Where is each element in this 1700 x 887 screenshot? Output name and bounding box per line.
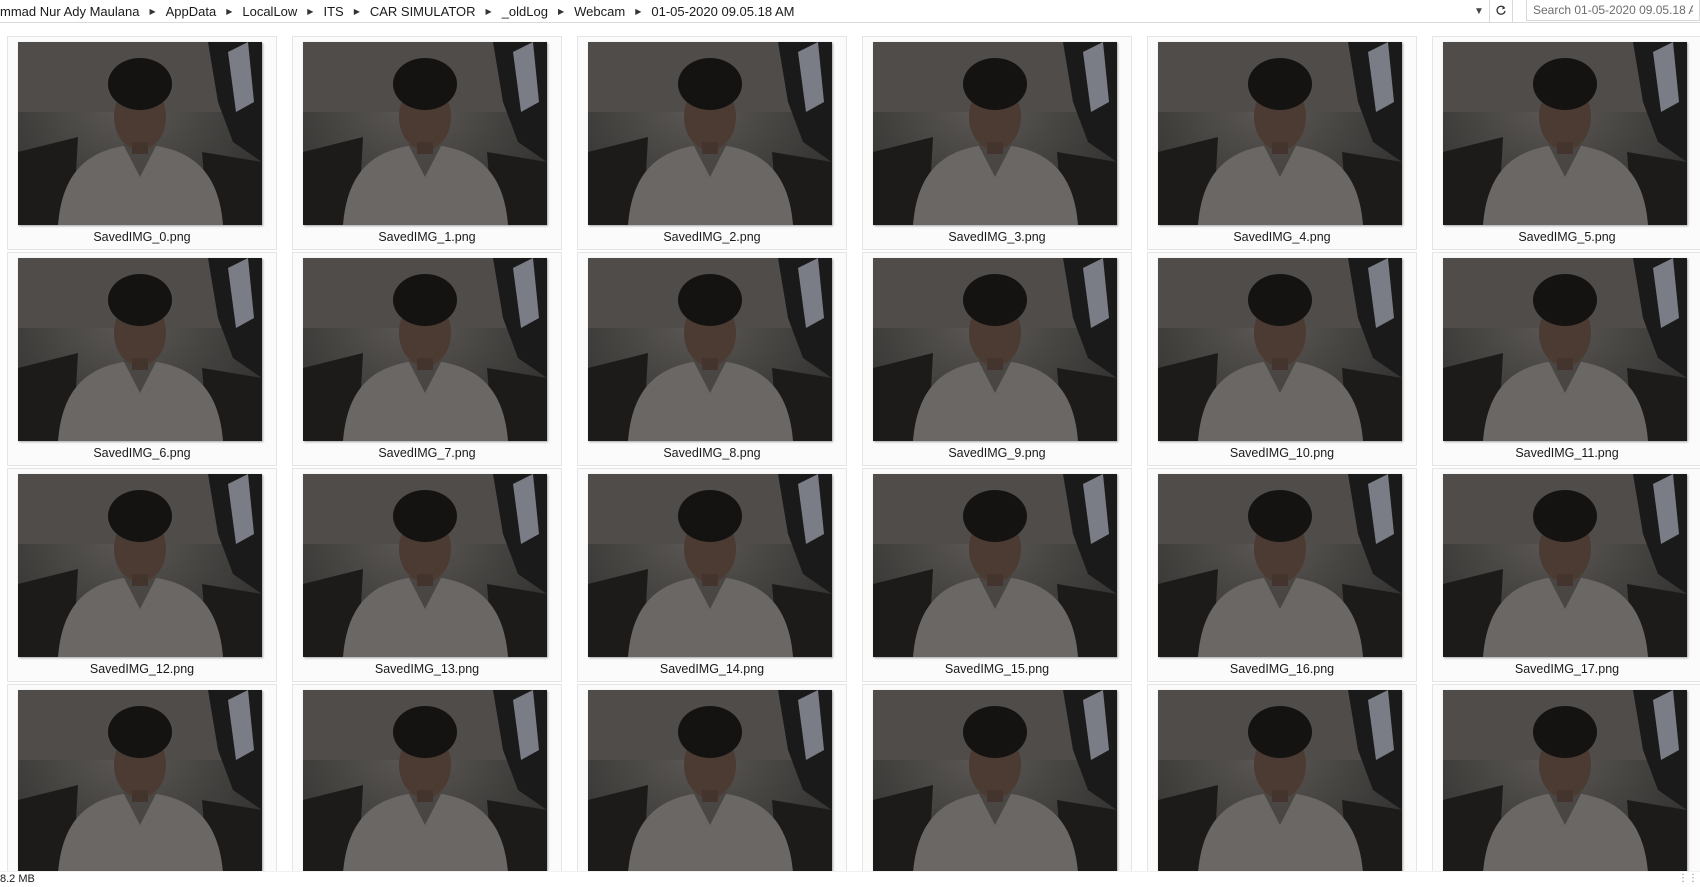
thumbnail-image bbox=[588, 690, 832, 871]
file-tile[interactable]: SavedIMG_10.png bbox=[1147, 252, 1417, 466]
file-name: SavedIMG_7.png bbox=[378, 446, 476, 460]
refresh-icon bbox=[1496, 5, 1506, 15]
breadcrumb-item[interactable]: CAR SIMULATOR bbox=[364, 4, 482, 19]
file-tile[interactable]: SavedIMG_0.png bbox=[7, 36, 277, 250]
thumbnail-image bbox=[873, 474, 1117, 657]
status-bar: 8.2 MB ⋮⋮ bbox=[0, 871, 1700, 887]
file-tile[interactable] bbox=[862, 684, 1132, 871]
file-tile[interactable] bbox=[1147, 684, 1417, 871]
chevron-down-icon[interactable]: ▼ bbox=[1470, 1, 1488, 21]
file-tile[interactable]: SavedIMG_17.png bbox=[1432, 468, 1700, 682]
thumbnail-image bbox=[18, 690, 262, 871]
thumbnail-image bbox=[1158, 258, 1402, 441]
file-tile[interactable]: SavedIMG_4.png bbox=[1147, 36, 1417, 250]
file-name: SavedIMG_1.png bbox=[378, 230, 476, 244]
file-name: SavedIMG_11.png bbox=[1515, 446, 1619, 460]
thumbnail-image bbox=[588, 42, 832, 225]
file-name: SavedIMG_3.png bbox=[948, 230, 1046, 244]
thumbnail-image bbox=[873, 258, 1117, 441]
breadcrumb-item[interactable]: AppData bbox=[160, 4, 223, 19]
thumbnail-image bbox=[1443, 690, 1687, 871]
breadcrumb-item[interactable]: 01-05-2020 09.05.18 AM bbox=[645, 4, 800, 19]
file-tile[interactable]: SavedIMG_1.png bbox=[292, 36, 562, 250]
file-tile[interactable]: SavedIMG_5.png bbox=[1432, 36, 1700, 250]
thumbnail-image bbox=[18, 258, 262, 441]
thumbnail-image bbox=[1443, 42, 1687, 225]
file-name: SavedIMG_14.png bbox=[659, 662, 765, 676]
file-name: SavedIMG_4.png bbox=[1233, 230, 1331, 244]
breadcrumb-item[interactable]: LocalLow bbox=[236, 4, 303, 19]
file-tile[interactable]: SavedIMG_14.png bbox=[577, 468, 847, 682]
chevron-right-icon[interactable]: ▶ bbox=[303, 7, 317, 16]
file-tile[interactable]: SavedIMG_16.png bbox=[1147, 468, 1417, 682]
thumbnail-image bbox=[18, 42, 262, 225]
breadcrumb-item[interactable]: mmad Nur Ady Maulana bbox=[0, 4, 145, 19]
thumbnail-grid: SavedIMG_0.png SavedIMG_1.png SavedIMG_2.p… bbox=[7, 36, 1700, 871]
thumbnail-image bbox=[303, 474, 547, 657]
thumbnail-image bbox=[1443, 258, 1687, 441]
file-name: SavedIMG_17.png bbox=[1514, 662, 1620, 676]
thumbnail-image bbox=[303, 258, 547, 441]
file-name: SavedIMG_10.png bbox=[1229, 446, 1335, 460]
file-name: SavedIMG_13.png bbox=[374, 662, 480, 676]
file-tile[interactable] bbox=[292, 684, 562, 871]
file-tile[interactable]: SavedIMG_6.png bbox=[7, 252, 277, 466]
file-tile[interactable]: SavedIMG_13.png bbox=[292, 468, 562, 682]
file-name: SavedIMG_16.png bbox=[1229, 662, 1335, 676]
thumbnail-image bbox=[588, 474, 832, 657]
breadcrumb-item[interactable]: _oldLog bbox=[496, 4, 554, 19]
search-input[interactable] bbox=[1527, 0, 1699, 20]
file-name: SavedIMG_0.png bbox=[93, 230, 191, 244]
breadcrumb-item[interactable]: Webcam bbox=[568, 4, 631, 19]
file-tile[interactable]: SavedIMG_9.png bbox=[862, 252, 1132, 466]
file-name: SavedIMG_12.png bbox=[89, 662, 195, 676]
thumbnail-image bbox=[588, 258, 832, 441]
chevron-right-icon[interactable]: ▶ bbox=[482, 7, 496, 16]
search-box[interactable] bbox=[1526, 0, 1700, 21]
file-name: SavedIMG_5.png bbox=[1518, 230, 1616, 244]
thumbnail-image bbox=[303, 42, 547, 225]
file-name: SavedIMG_9.png bbox=[948, 446, 1046, 460]
file-tile[interactable] bbox=[7, 684, 277, 871]
file-tile[interactable]: SavedIMG_8.png bbox=[577, 252, 847, 466]
address-bar[interactable]: mmad Nur Ady Maulana ▶ AppData ▶ LocalLow ▶ IT… bbox=[0, 0, 1700, 23]
refresh-button[interactable] bbox=[1489, 0, 1513, 22]
file-tile[interactable]: SavedIMG_3.png bbox=[862, 36, 1132, 250]
file-tile[interactable]: SavedIMG_11.png bbox=[1432, 252, 1700, 466]
chevron-right-icon[interactable]: ▶ bbox=[222, 7, 236, 16]
thumbnail-image bbox=[18, 474, 262, 657]
chevron-right-icon[interactable]: ▶ bbox=[350, 7, 364, 16]
file-name: SavedIMG_8.png bbox=[663, 446, 761, 460]
thumbnail-image bbox=[1158, 42, 1402, 225]
thumbnail-image bbox=[1158, 474, 1402, 657]
file-view[interactable]: SavedIMG_0.png SavedIMG_1.png SavedIMG_2.p… bbox=[0, 23, 1700, 871]
chevron-right-icon[interactable]: ▶ bbox=[631, 7, 645, 16]
breadcrumb-item[interactable]: ITS bbox=[317, 4, 349, 19]
thumbnail-image bbox=[873, 690, 1117, 871]
thumbnail-image bbox=[873, 42, 1117, 225]
file-tile[interactable] bbox=[577, 684, 847, 871]
thumbnail-image bbox=[303, 690, 547, 871]
file-tile[interactable]: SavedIMG_15.png bbox=[862, 468, 1132, 682]
file-tile[interactable]: SavedIMG_2.png bbox=[577, 36, 847, 250]
thumbnail-image bbox=[1443, 474, 1687, 657]
selection-size: 8.2 MB bbox=[0, 873, 35, 885]
file-name: SavedIMG_15.png bbox=[944, 662, 1050, 676]
file-tile[interactable]: SavedIMG_7.png bbox=[292, 252, 562, 466]
chevron-right-icon[interactable]: ▶ bbox=[145, 7, 159, 16]
thumbnail-image bbox=[1158, 690, 1402, 871]
breadcrumb: mmad Nur Ady Maulana ▶ AppData ▶ LocalLow ▶ IT… bbox=[0, 0, 1470, 22]
file-name: SavedIMG_6.png bbox=[93, 446, 191, 460]
file-tile[interactable]: SavedIMG_12.png bbox=[7, 468, 277, 682]
chevron-right-icon[interactable]: ▶ bbox=[554, 7, 568, 16]
file-tile[interactable] bbox=[1432, 684, 1700, 871]
file-name: SavedIMG_2.png bbox=[663, 230, 761, 244]
resize-grip-icon[interactable]: ⋮⋮ bbox=[1678, 873, 1698, 884]
